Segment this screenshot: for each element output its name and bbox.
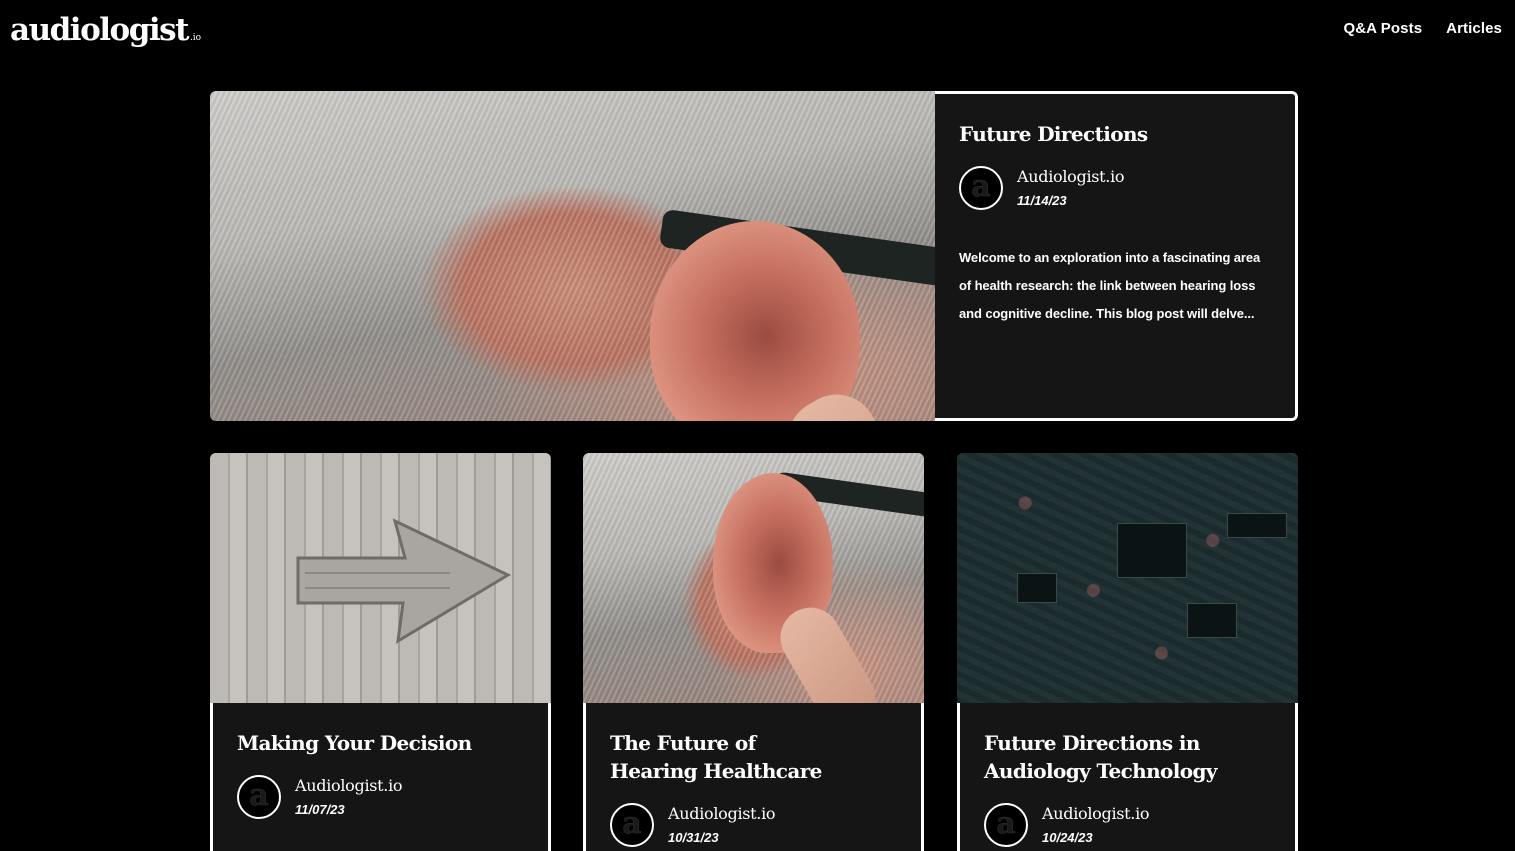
post-card-image[interactable] xyxy=(583,453,924,703)
nav-link-qa-posts[interactable]: Q&A Posts xyxy=(1343,20,1422,37)
site-logo[interactable]: audiologist .io xyxy=(10,12,201,56)
post-date: 11/14/23 xyxy=(1017,193,1067,208)
post-card-details: Making Your Decision a Audiologist.io 11… xyxy=(210,703,551,851)
logo-text: audiologist xyxy=(10,12,189,48)
post-card-making-your-decision[interactable]: Making Your Decision a Audiologist.io 11… xyxy=(210,453,551,851)
post-date: 11/07/23 xyxy=(295,802,345,817)
featured-post-author: a Audiologist.io 11/14/23 xyxy=(959,166,1273,210)
main-nav: Q&A Posts Articles xyxy=(1343,20,1502,37)
featured-post-details: Future Directions a Audiologist.io 11/14… xyxy=(935,91,1298,421)
post-card-author: a Audiologist.io 11/07/23 xyxy=(237,775,524,819)
author-name: Audiologist.io xyxy=(1042,804,1150,823)
post-card-title[interactable]: The Future of Hearing Healthcare xyxy=(610,729,897,785)
post-card-details: The Future of Hearing Healthcare a Audio… xyxy=(583,703,924,851)
post-title-line: The Future of xyxy=(610,731,756,755)
post-card-future-directions-audiology-technology[interactable]: Future Directions in Audiology Technolog… xyxy=(957,453,1298,851)
post-date: 10/31/23 xyxy=(668,830,719,845)
author-name: Audiologist.io xyxy=(668,804,776,823)
post-title-line: Making Your Decision xyxy=(237,731,472,755)
author-avatar: a xyxy=(237,775,281,819)
author-name: Audiologist.io xyxy=(295,776,403,795)
arrow-image xyxy=(296,518,512,644)
post-card-title[interactable]: Making Your Decision xyxy=(237,729,524,757)
nav-link-articles[interactable]: Articles xyxy=(1446,20,1502,37)
avatar-initial: a xyxy=(971,169,991,204)
avatar-initial: a xyxy=(996,806,1016,841)
avatar-initial: a xyxy=(249,778,269,813)
site-header: audiologist .io Q&A Posts Articles xyxy=(0,0,1515,62)
post-title-line: Future Directions in xyxy=(984,731,1200,755)
author-avatar: a xyxy=(959,166,1003,210)
avatar-initial: a xyxy=(622,806,642,841)
post-card-future-of-hearing-healthcare[interactable]: The Future of Hearing Healthcare a Audio… xyxy=(583,453,924,851)
featured-post-image[interactable] xyxy=(210,91,935,421)
post-title-line: Hearing Healthcare xyxy=(610,759,822,783)
author-name: Audiologist.io xyxy=(1017,167,1125,186)
logo-tld: .io xyxy=(189,33,202,43)
featured-post-card[interactable]: Future Directions a Audiologist.io 11/14… xyxy=(210,91,1298,421)
post-card-image[interactable] xyxy=(210,453,551,703)
author-avatar: a xyxy=(984,803,1028,847)
featured-post-excerpt: Welcome to an exploration into a fascina… xyxy=(959,250,1261,321)
featured-post-title[interactable]: Future Directions xyxy=(959,120,1273,148)
post-title-line: Audiology Technology xyxy=(984,759,1218,783)
post-card-image[interactable] xyxy=(957,453,1298,703)
post-card-author: a Audiologist.io 10/31/23 xyxy=(610,803,897,847)
post-card-author: a Audiologist.io 10/24/23 xyxy=(984,803,1271,847)
post-card-title[interactable]: Future Directions in Audiology Technolog… xyxy=(984,729,1271,785)
author-avatar: a xyxy=(610,803,654,847)
post-card-details: Future Directions in Audiology Technolog… xyxy=(957,703,1298,851)
post-date: 10/24/23 xyxy=(1042,830,1093,845)
